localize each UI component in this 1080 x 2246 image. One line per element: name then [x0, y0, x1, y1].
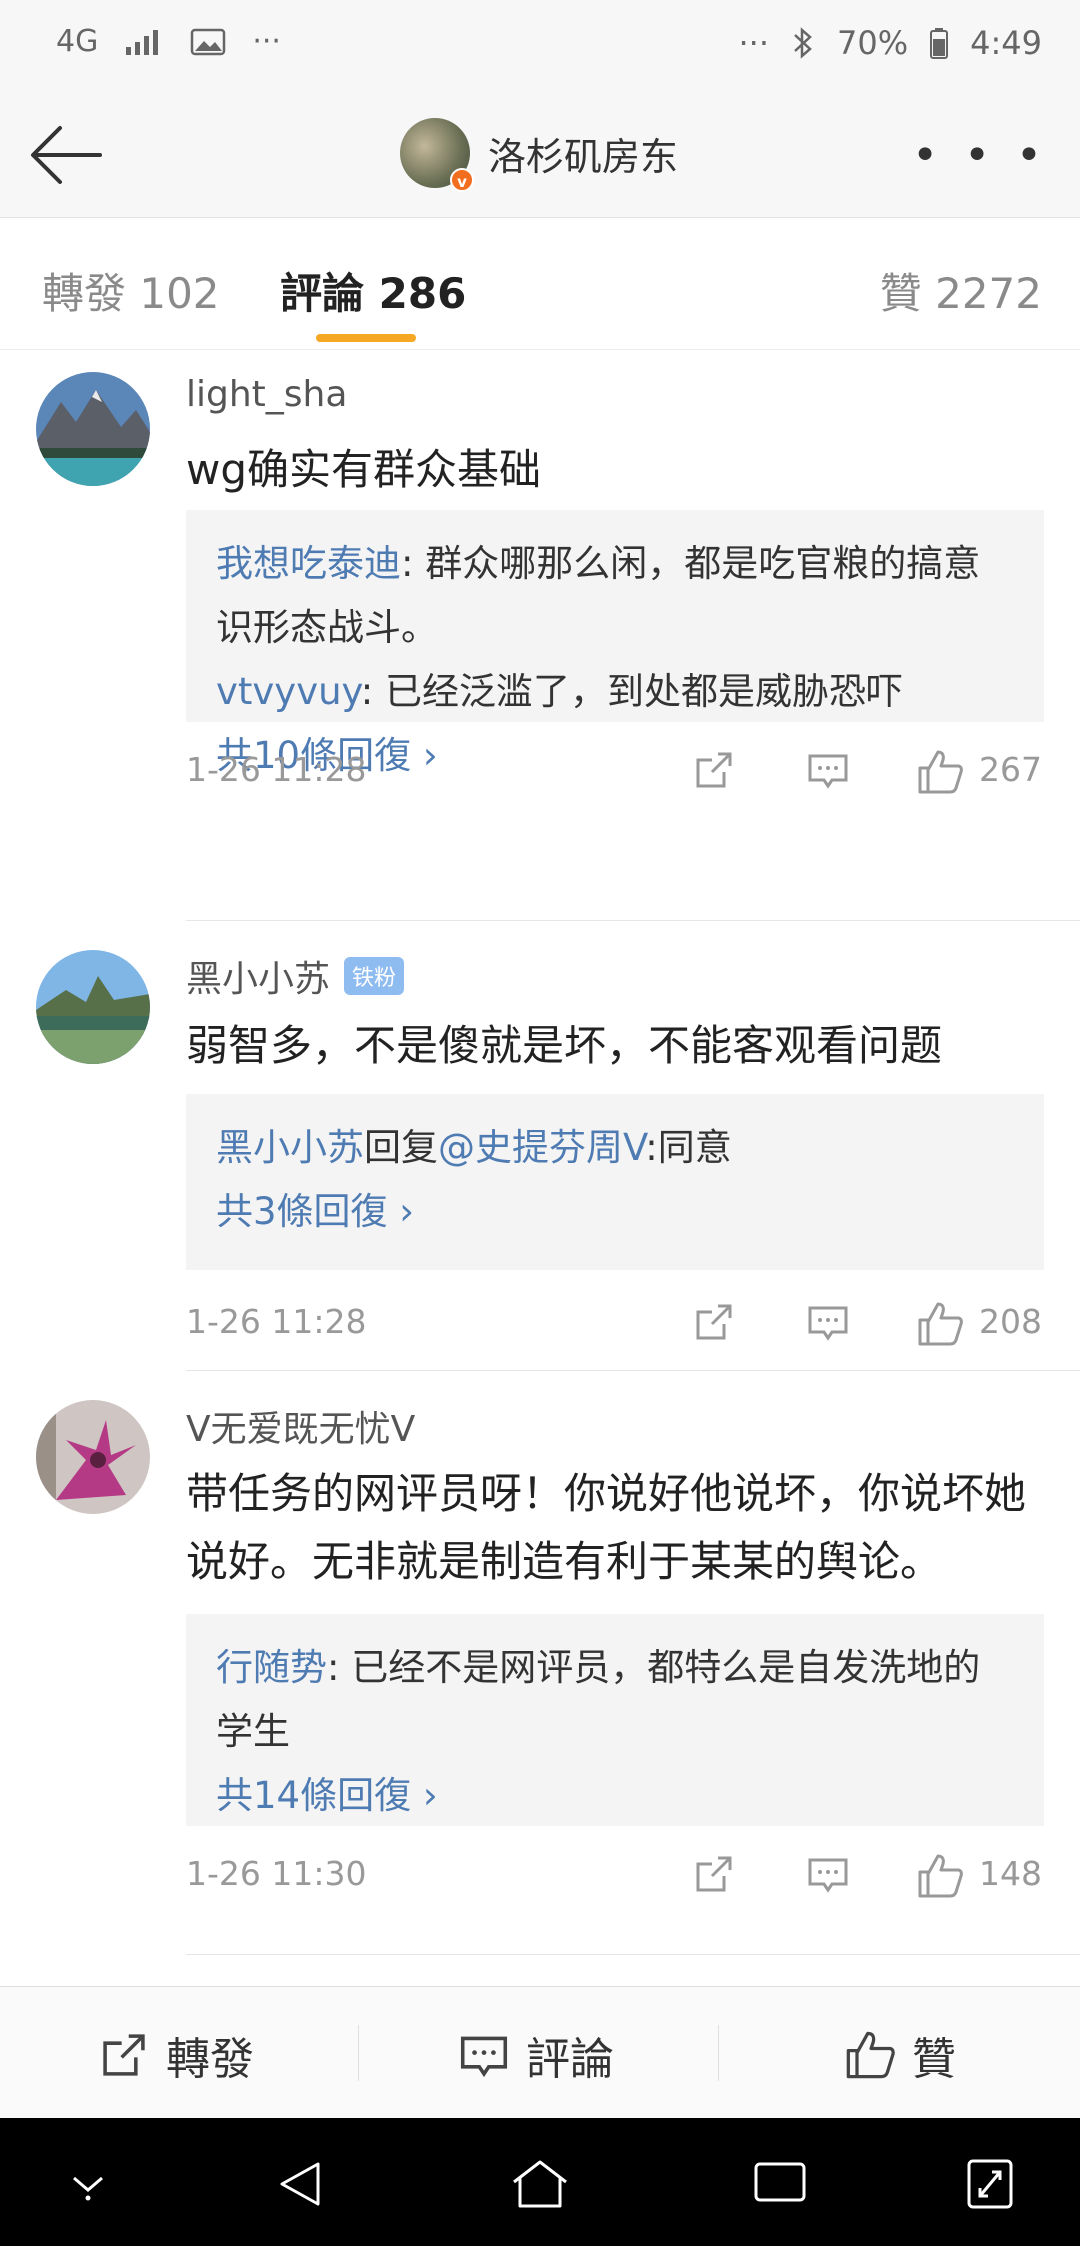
system-navigation-bar: [0, 2118, 1080, 2246]
author-avatar[interactable]: v: [400, 118, 474, 192]
commenter-name-label[interactable]: 黑小小苏: [186, 950, 330, 1002]
bluetooth-icon: [794, 27, 812, 59]
commenter-name-label[interactable]: V无爱既无忧V: [186, 1400, 415, 1452]
more-replies-link[interactable]: 共3條回復 ›: [216, 1180, 1014, 1244]
page-title[interactable]: 洛杉矶房东: [488, 126, 678, 181]
clock: 4:49: [970, 24, 1042, 62]
like-thumb-icon[interactable]: [916, 1852, 964, 1900]
back-button[interactable]: [26, 120, 106, 190]
back-arrow-icon: [31, 126, 102, 184]
nav-home-icon[interactable]: [510, 2158, 570, 2210]
more-dots-icon: • • •: [912, 130, 1048, 181]
more-button[interactable]: • • •: [912, 130, 1048, 181]
like-button[interactable]: 贊: [844, 2023, 956, 2087]
battery-percent: 70%: [837, 24, 909, 62]
commenter-avatar[interactable]: [36, 1400, 150, 1514]
comment-divider: [186, 1370, 1080, 1371]
like-count: 148: [979, 1854, 1042, 1893]
bottom-action-bar: 轉發 評論 贊: [0, 1986, 1080, 2118]
comment-meta: 1-26 11:28 267: [186, 740, 1044, 800]
comment-button[interactable]: 評論: [458, 2023, 614, 2087]
comment-time: 1-26 11:30: [186, 1854, 367, 1893]
reply-icon[interactable]: [806, 1300, 850, 1344]
status-left: 4G ···: [56, 24, 281, 59]
comment-divider: [186, 920, 1080, 921]
comment-text: 带任务的网评员呀！你说好他说坏，你说坏她说好。无非就是制造有利于某某的舆论。: [186, 1469, 1027, 1586]
reply-line[interactable]: vtvyvuy: 已经泛滥了，到处都是威胁恐吓: [216, 660, 1014, 724]
commenter-name[interactable]: light_sha: [186, 374, 347, 415]
commenter-name[interactable]: 黑小小苏 铁粉: [186, 950, 405, 1002]
tab-bar: 轉發 102 評論 286 贊 2272: [0, 218, 1080, 350]
network-indicator: 4G: [56, 24, 99, 59]
tab-comments[interactable]: 評論 286: [280, 260, 466, 321]
reply-preview[interactable]: 行随势: 已经不是网评员，都特么是自发洗地的学生 共14條回復 ›: [186, 1614, 1044, 1826]
commenter-name-label[interactable]: light_sha: [186, 374, 347, 415]
repost-icon: [103, 2034, 145, 2076]
status-dots-left: ···: [252, 24, 281, 59]
reply-text: : 已经泛滥了，到处都是威胁恐吓: [360, 670, 903, 713]
bottom-separator: [358, 2025, 359, 2081]
comment-text: 弱智多，不是傻就是坏，不能客观看问题: [186, 1021, 943, 1070]
commenter-avatar[interactable]: [36, 950, 150, 1064]
like-count: 208: [979, 1302, 1042, 1341]
reply-author[interactable]: 黑小小苏: [216, 1126, 364, 1169]
active-tab-indicator: [316, 334, 416, 342]
nav-back-icon[interactable]: [274, 2158, 326, 2210]
image-notification-icon: [191, 28, 226, 55]
reply-author[interactable]: 我想吃泰迪: [216, 542, 401, 585]
comment-time: 1-26 11:28: [186, 1302, 367, 1341]
status-dots-right: ···: [738, 24, 770, 62]
share-icon[interactable]: [692, 748, 736, 792]
like-icon: [846, 2031, 895, 2079]
like-thumb-icon[interactable]: [916, 1300, 964, 1348]
reply-icon[interactable]: [806, 1852, 850, 1896]
avatar-landscape-image: [36, 950, 150, 1064]
hide-keyboard-icon[interactable]: [66, 2158, 110, 2206]
reply-line[interactable]: 我想吃泰迪: 群众哪那么闲，都是吃官粮的搞意识形态战斗。: [216, 532, 1014, 660]
share-icon[interactable]: [692, 1852, 736, 1896]
avatar-mountain-lake-image: [36, 372, 150, 486]
repost-button[interactable]: 轉發: [98, 2023, 254, 2087]
comment-label: 評論: [526, 2034, 614, 2085]
commenter-avatar[interactable]: [36, 372, 150, 486]
repost-label: 轉發: [166, 2034, 254, 2085]
avatar-flower-image: [36, 1400, 150, 1514]
comment-time: 1-26 11:28: [186, 750, 367, 789]
status-bar: 4G ··· ··· 70% 4:49: [0, 0, 1080, 90]
reply-author[interactable]: vtvyvuy: [216, 670, 361, 713]
reply-preview[interactable]: 我想吃泰迪: 群众哪那么闲，都是吃官粮的搞意识形态战斗。 vtvyvuy: 已经…: [186, 510, 1044, 777]
reply-line[interactable]: 行随势: 已经不是网评员，都特么是自发洗地的学生: [216, 1636, 1014, 1764]
verified-badge-icon: v: [450, 168, 474, 192]
reply-verb: 回复: [364, 1126, 438, 1169]
comment-text: wg确实有群众基础: [186, 445, 542, 494]
comment-divider: [186, 1954, 1080, 1955]
status-right: ··· 70% 4:49: [739, 24, 1043, 62]
fan-badge: 铁粉: [344, 957, 405, 995]
share-icon[interactable]: [692, 1300, 736, 1344]
author-header[interactable]: v 洛杉矶房东: [400, 118, 678, 192]
more-replies-link[interactable]: 共14條回復 ›: [216, 1764, 1014, 1828]
battery-icon: [930, 28, 949, 59]
like-thumb-icon[interactable]: [916, 748, 964, 796]
reply-icon[interactable]: [806, 748, 850, 792]
reply-author[interactable]: 行随势: [216, 1646, 327, 1689]
reply-mention[interactable]: @史提芬周V: [438, 1126, 645, 1169]
commenter-name[interactable]: V无爱既无忧V: [186, 1400, 415, 1452]
reply-text: :同意: [645, 1126, 732, 1169]
tab-reposts[interactable]: 轉發 102: [42, 260, 220, 321]
reply-line[interactable]: 黑小小苏回复@史提芬周V:同意: [216, 1116, 1014, 1180]
like-count: 267: [979, 750, 1042, 789]
nav-recents-icon[interactable]: [752, 2158, 808, 2206]
expand-icon[interactable]: [966, 2158, 1014, 2210]
top-nav: v 洛杉矶房东 • • •: [0, 90, 1080, 218]
comment-icon: [460, 2036, 508, 2078]
like-label: 贊: [912, 2034, 956, 2085]
tab-likes[interactable]: 贊 2272: [880, 260, 1042, 321]
comment-meta: 1-26 11:30 148: [186, 1844, 1044, 1904]
bottom-separator: [718, 2025, 719, 2081]
reply-preview[interactable]: 黑小小苏回复@史提芬周V:同意 共3條回復 ›: [186, 1094, 1044, 1270]
reply-text: : 已经不是网评员，都特么是自发洗地的学生: [216, 1646, 981, 1753]
comment-meta: 1-26 11:28 208: [186, 1292, 1044, 1352]
signal-icon: [126, 29, 159, 55]
